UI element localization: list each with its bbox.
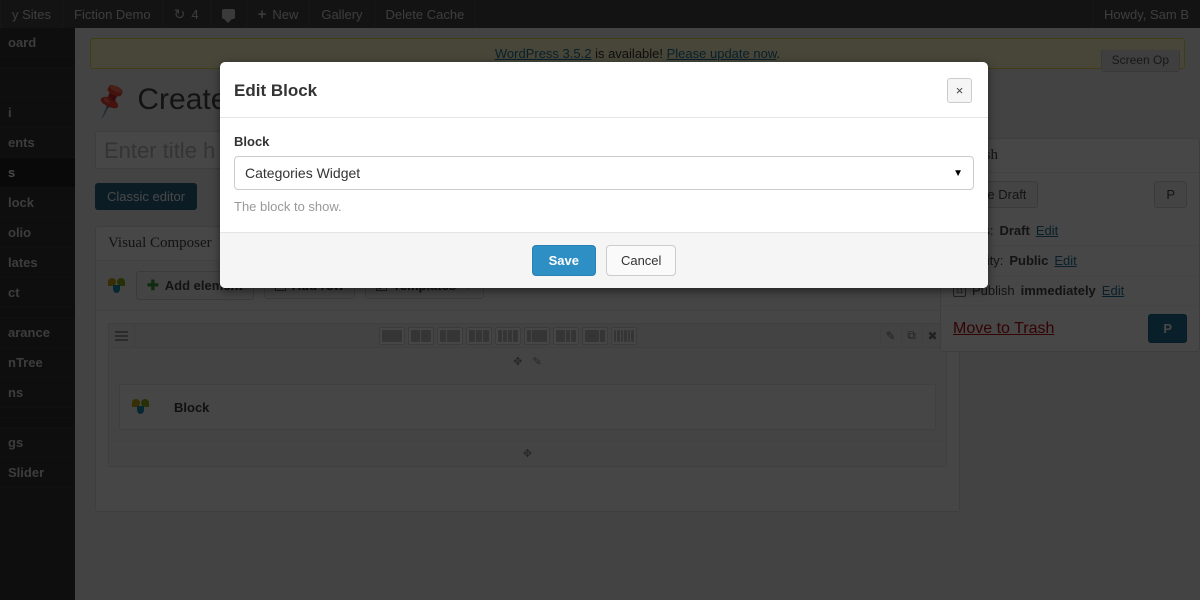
modal-body: Block Categories Widget ▼ The block to s… xyxy=(220,118,988,232)
modal-header: Edit Block × xyxy=(220,62,988,118)
modal-footer: Save Cancel xyxy=(220,232,988,288)
block-field-label: Block xyxy=(234,134,270,149)
save-button[interactable]: Save xyxy=(531,245,596,276)
modal-title: Edit Block xyxy=(234,80,318,100)
block-select-value: Categories Widget xyxy=(245,165,361,181)
close-icon[interactable]: × xyxy=(947,78,972,103)
block-select[interactable]: Categories Widget ▼ xyxy=(234,156,974,190)
edit-block-modal: Edit Block × Block Categories Widget ▼ T… xyxy=(220,62,988,288)
cancel-button[interactable]: Cancel xyxy=(605,245,677,276)
screen-root: y Sites Fiction Demo ↻ 4 + New Gallery D… xyxy=(0,0,1200,600)
chevron-down-icon: ▼ xyxy=(953,167,963,179)
block-help-text: The block to show. xyxy=(234,199,342,214)
